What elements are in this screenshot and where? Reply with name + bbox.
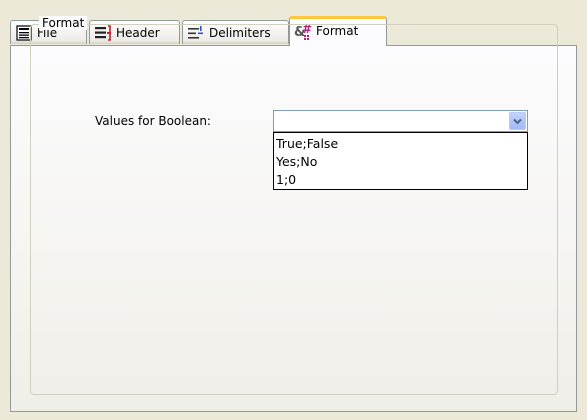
chevron-down-icon (513, 114, 522, 128)
dropdown-option-1-0[interactable]: 1;0 (274, 171, 527, 189)
dropdown-arrow-button[interactable] (509, 112, 526, 130)
boolean-values-dropdown-list: True;False Yes;No 1;0 (273, 132, 528, 190)
dropdown-option-yes-no[interactable]: Yes;No (274, 153, 527, 171)
dropdown-option-true-false[interactable]: True;False (274, 135, 527, 153)
groupbox-title: Format (39, 16, 88, 30)
format-groupbox: Format (30, 16, 558, 395)
boolean-values-combobox[interactable] (273, 110, 528, 132)
boolean-values-label: Values for Boolean: (95, 114, 211, 128)
